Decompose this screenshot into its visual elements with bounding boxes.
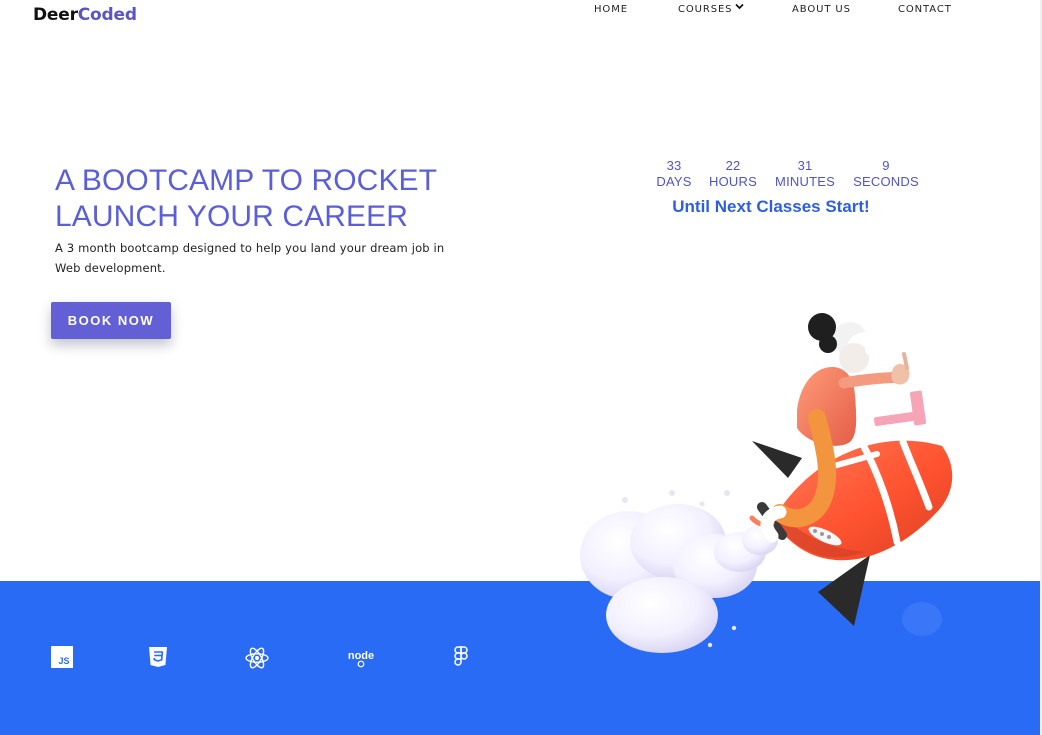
nodejs-icon-text: node (348, 650, 374, 662)
nav-contact-link[interactable]: CONTACT (898, 4, 952, 16)
countdown-hours: 22 HOURS (708, 158, 758, 190)
countdown-minutes-label: MINUTES (775, 174, 835, 189)
countdown-hours-value: 22 (725, 158, 741, 173)
book-now-button[interactable]: BOOK NOW (51, 302, 171, 339)
class-countdown: 33 DAYS 22 HOURS 31 MINUTES 9 SECONDS Un… (650, 158, 930, 228)
rocket-illustration (570, 300, 960, 660)
nav-courses-menu[interactable]: COURSES (678, 2, 745, 16)
countdown-minutes: 31 MINUTES (775, 158, 835, 190)
countdown-minutes-value: 31 (797, 158, 813, 173)
nav-courses-label: COURSES (678, 4, 733, 15)
hero-description: A 3 month bootcamp designed to help you … (55, 241, 445, 275)
javascript-icon: JS (51, 646, 73, 668)
figma-icon (452, 646, 470, 668)
javascript-icon-text: JS (58, 656, 69, 666)
landing-page: DeerCoded HOME COURSES ABOUT US CONTACT … (0, 0, 1042, 735)
logo-text-coded: Coded (77, 5, 137, 25)
countdown-seconds-label: SECONDS (853, 174, 919, 189)
hero-title-line-1: A BOOTCAMP TO ROCKET (55, 164, 438, 197)
deercoded-logo[interactable]: DeerCoded (33, 5, 137, 25)
nav-home-link[interactable]: HOME (594, 4, 628, 16)
countdown-caption: Until Next Classes Start! (672, 197, 870, 216)
logo-text-deer: Deer (33, 5, 78, 25)
hero-title: A BOOTCAMP TO ROCKET LAUNCH YOUR CAREER (55, 163, 525, 235)
countdown-hours-label: HOURS (709, 174, 757, 189)
countdown-days: 33 DAYS (656, 158, 692, 190)
nodejs-icon: node (344, 646, 378, 668)
countdown-days-value: 33 (666, 158, 682, 173)
react-icon (244, 646, 270, 669)
countdown-days-label: DAYS (656, 174, 692, 189)
countdown-seconds-value: 9 (882, 158, 890, 173)
countdown-seconds: 9 SECONDS (852, 158, 920, 190)
chevron-down-icon (735, 2, 745, 14)
hero-title-line-2: LAUNCH YOUR CAREER (55, 200, 408, 233)
css3-icon (147, 646, 169, 668)
rocket (749, 438, 953, 626)
nav-about-link[interactable]: ABOUT US (792, 4, 851, 16)
